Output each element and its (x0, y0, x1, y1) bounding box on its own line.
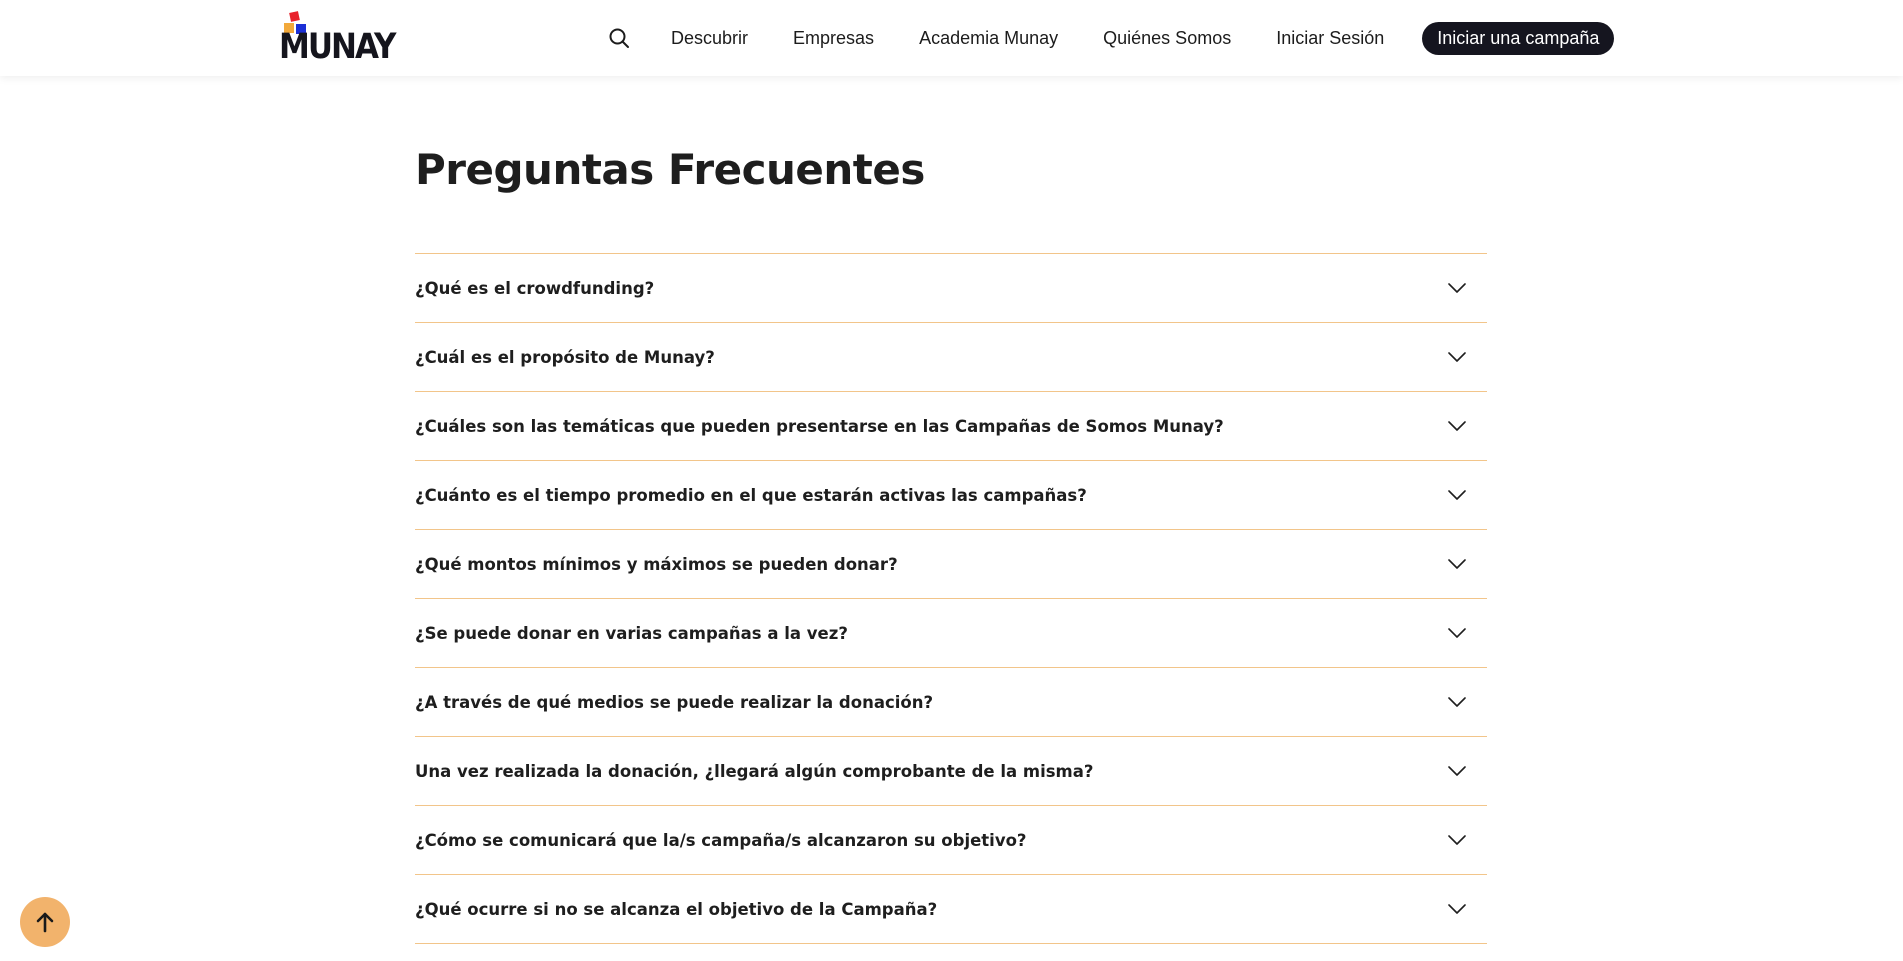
chevron-down-icon[interactable] (1447, 485, 1467, 505)
faq-question: ¿Cómo se comunicará que la/s campaña/s a… (415, 830, 1027, 850)
arrow-up-icon (36, 912, 54, 933)
logo-wordmark: MUNAY (279, 26, 396, 67)
faq-question: ¿Qué montos mínimos y máximos se pueden … (415, 554, 898, 574)
nav-link-academia-munay[interactable]: Academia Munay (919, 28, 1058, 49)
faq-item[interactable]: ¿A través de qué medios se puede realiza… (415, 668, 1487, 737)
faq-item[interactable]: ¿Qué montos mínimos y máximos se pueden … (415, 530, 1487, 599)
faq-question: ¿Qué es el crowdfunding? (415, 278, 655, 298)
faq-question: Una vez realizada la donación, ¿llegará … (415, 761, 1094, 781)
start-campaign-button[interactable]: Iniciar una campaña (1422, 21, 1615, 55)
chevron-down-icon[interactable] (1447, 347, 1467, 367)
chevron-down-icon[interactable] (1447, 830, 1467, 850)
scroll-to-top-button[interactable] (20, 897, 70, 947)
chevron-down-icon[interactable] (1447, 554, 1467, 574)
nav-link-quienes-somos[interactable]: Quiénes Somos (1103, 28, 1231, 49)
chevron-down-icon[interactable] (1447, 623, 1467, 643)
chevron-down-icon[interactable] (1447, 899, 1467, 919)
faq-item[interactable]: ¿Se puede donar en varias campañas a la … (415, 599, 1487, 668)
chevron-down-icon[interactable] (1447, 278, 1467, 298)
faq-item[interactable]: ¿Qué ocurre si no se alcanza el objetivo… (415, 875, 1487, 944)
faq-item[interactable]: ¿Qué es el crowdfunding? (415, 254, 1487, 323)
chevron-down-icon[interactable] (1447, 761, 1467, 781)
search-button[interactable] (604, 23, 634, 53)
faq-item[interactable]: ¿Cuánto es el tiempo promedio en el que … (415, 461, 1487, 530)
main-nav: Descubrir Empresas Academia Munay Quiéne… (604, 0, 1615, 76)
faq-question: ¿Cuánto es el tiempo promedio en el que … (415, 485, 1087, 505)
logo-red-square (289, 11, 300, 22)
faq-list: ¿Qué es el crowdfunding? ¿Cuál es el prop… (415, 253, 1487, 944)
page-title: Preguntas Frecuentes (415, 145, 925, 194)
chevron-down-icon[interactable] (1447, 416, 1467, 436)
faq-question: ¿Cuáles son las temáticas que pueden pre… (415, 416, 1224, 436)
faq-question: ¿Qué ocurre si no se alcanza el objetivo… (415, 899, 938, 919)
nav-link-iniciar-sesion[interactable]: Iniciar Sesión (1276, 28, 1384, 49)
faq-item[interactable]: ¿Cuál es el propósito de Munay? (415, 323, 1487, 392)
search-icon (609, 28, 629, 48)
faq-item[interactable]: Una vez realizada la donación, ¿llegará … (415, 737, 1487, 806)
chevron-down-icon[interactable] (1447, 692, 1467, 712)
nav-link-empresas[interactable]: Empresas (793, 28, 874, 49)
faq-question: ¿Se puede donar en varias campañas a la … (415, 623, 848, 643)
faq-question: ¿A través de qué medios se puede realiza… (415, 692, 934, 712)
faq-item[interactable]: ¿Cómo se comunicará que la/s campaña/s a… (415, 806, 1487, 875)
munay-logo[interactable]: MUNAY (279, 10, 405, 67)
faq-item[interactable]: ¿Cuáles son las temáticas que pueden pre… (415, 392, 1487, 461)
top-navbar: MUNAY Descubrir Empresas Academia Munay … (0, 0, 1903, 76)
nav-link-descubrir[interactable]: Descubrir (671, 28, 748, 49)
faq-question: ¿Cuál es el propósito de Munay? (415, 347, 715, 367)
